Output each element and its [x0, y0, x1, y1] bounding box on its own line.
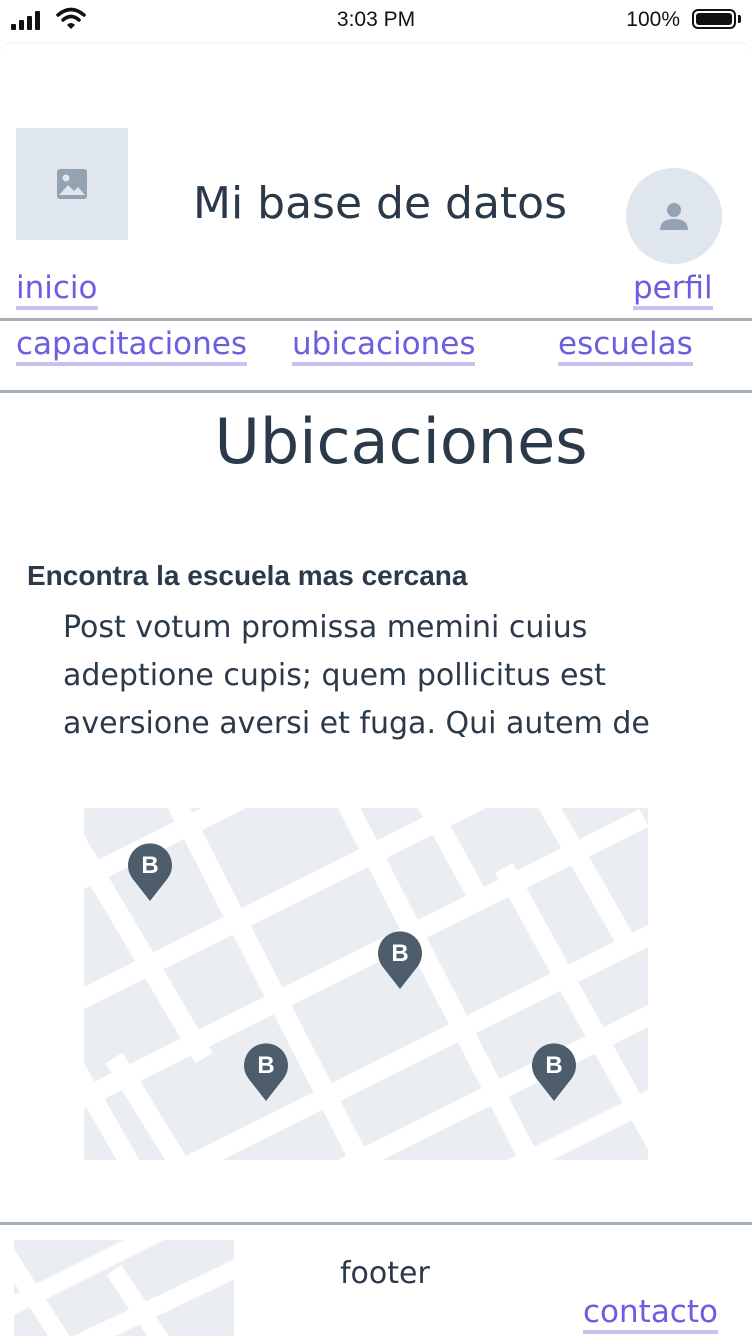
battery-icon: [692, 9, 736, 29]
image-placeholder-icon: [57, 169, 87, 199]
contact-link[interactable]: contacto: [583, 1294, 718, 1334]
avatar[interactable]: [626, 168, 722, 264]
home-link[interactable]: inicio: [16, 270, 98, 310]
battery-percent: 100%: [626, 8, 680, 31]
status-bar: 3:03 PM 100%: [0, 0, 752, 44]
page-title: Ubicaciones: [214, 405, 588, 478]
divider: [0, 1222, 752, 1225]
nav-item-capacitaciones[interactable]: capacitaciones: [16, 326, 248, 366]
map-pin-icon[interactable]: B: [126, 840, 174, 906]
map-pin-label: B: [141, 852, 158, 879]
map-pin-icon[interactable]: B: [376, 928, 424, 994]
body-paragraph: Post votum promissa memini cuius adeptio…: [63, 610, 650, 741]
user-icon: [660, 203, 688, 230]
footer-label: footer: [340, 1256, 430, 1291]
battery-level: [696, 13, 732, 25]
logo-placeholder: [16, 128, 128, 240]
divider: [0, 390, 752, 393]
map-pin-icon[interactable]: B: [242, 1040, 290, 1106]
section-subheading: Encontra la escuela mas cercana: [27, 560, 468, 591]
map-pin-label: B: [545, 1052, 562, 1079]
map-pin-icon[interactable]: B: [530, 1040, 578, 1106]
divider: [0, 318, 752, 321]
map-pin-label: B: [257, 1052, 274, 1079]
profile-link[interactable]: perfil: [633, 270, 713, 310]
battery-tip: [738, 15, 741, 23]
map-pin-label: B: [391, 940, 408, 967]
map-streets: [14, 1240, 234, 1336]
footer-map-thumbnail: [14, 1240, 234, 1336]
app-title: Mi base de datos: [192, 178, 568, 229]
nav-item-escuelas[interactable]: escuelas: [558, 326, 693, 366]
nav-item-ubicaciones[interactable]: ubicaciones: [292, 326, 476, 366]
map[interactable]: B B B B: [84, 808, 648, 1160]
